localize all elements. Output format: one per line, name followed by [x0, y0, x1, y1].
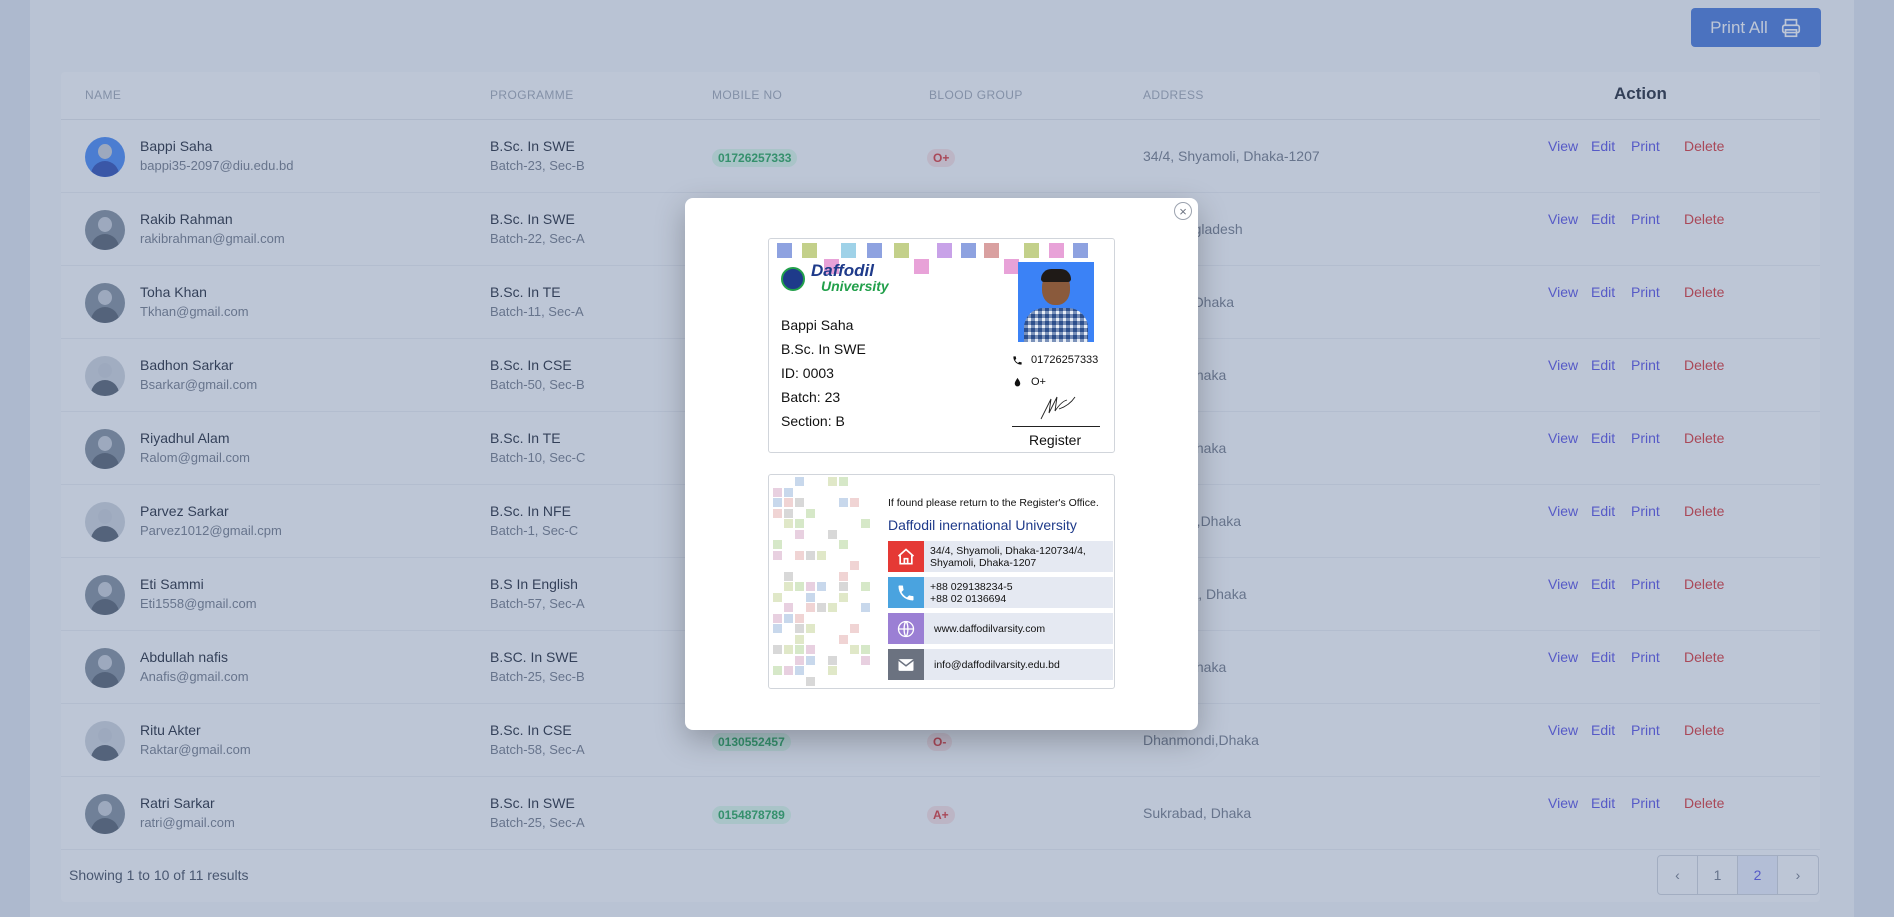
card-batch: Batch: 23: [781, 389, 840, 405]
card-student-name: Bappi Saha: [781, 317, 853, 333]
signature-label: Register: [1029, 432, 1081, 448]
signature-line: [1012, 426, 1100, 427]
university-emblem-icon: [781, 267, 805, 291]
card-section: Section: B: [781, 413, 845, 429]
phone-icon: [888, 577, 924, 608]
phone-line2: +88 02 0136694: [930, 593, 1006, 605]
id-card-front: Daffodil University Bappi Saha B.Sc. In …: [768, 238, 1115, 453]
signature-image: [1037, 391, 1077, 421]
website-row: www.daffodilvarsity.com: [888, 613, 1113, 644]
return-notice: If found please return to the Register's…: [888, 497, 1099, 509]
close-modal-button[interactable]: ×: [1174, 202, 1192, 220]
id-card-back: If found please return to the Register's…: [768, 474, 1115, 689]
email-row: info@daffodilvarsity.edu.bd: [888, 649, 1113, 680]
university-name: Daffodil inernational University: [888, 517, 1077, 533]
card-blood-group: O+: [1012, 376, 1046, 388]
card-programme: B.Sc. In SWE: [781, 341, 866, 357]
student-photo: [1018, 262, 1094, 342]
email-text: info@daffodilvarsity.edu.bd: [934, 659, 1060, 671]
address-line2: Shyamoli, Dhaka-1207: [930, 557, 1036, 569]
phone-row: +88 029138234-5 +88 02 0136694: [888, 577, 1113, 608]
website-text: www.daffodilvarsity.com: [934, 623, 1045, 635]
card-blood-value: O+: [1031, 376, 1046, 388]
card-phone: 01726257333: [1012, 354, 1098, 366]
university-logo: Daffodil University: [781, 261, 895, 295]
card-id: ID: 0003: [781, 365, 834, 381]
blood-drop-icon: [1012, 377, 1023, 388]
logo-text-line2: University: [821, 278, 889, 294]
phone-line1: +88 029138234-5: [930, 581, 1013, 593]
close-icon: ×: [1179, 205, 1187, 218]
phone-icon: [1012, 355, 1023, 366]
address-line1: 34/4, Shyamoli, Dhaka-120734/4,: [930, 545, 1086, 557]
address-row: 34/4, Shyamoli, Dhaka-120734/4, Shyamoli…: [888, 541, 1113, 572]
mail-icon: [888, 649, 924, 680]
globe-icon: [888, 613, 924, 644]
card-phone-value: 01726257333: [1031, 354, 1098, 366]
id-card-modal: × Daffodil University Bappi Saha B.Sc. I…: [685, 198, 1198, 730]
home-icon: [888, 541, 924, 572]
